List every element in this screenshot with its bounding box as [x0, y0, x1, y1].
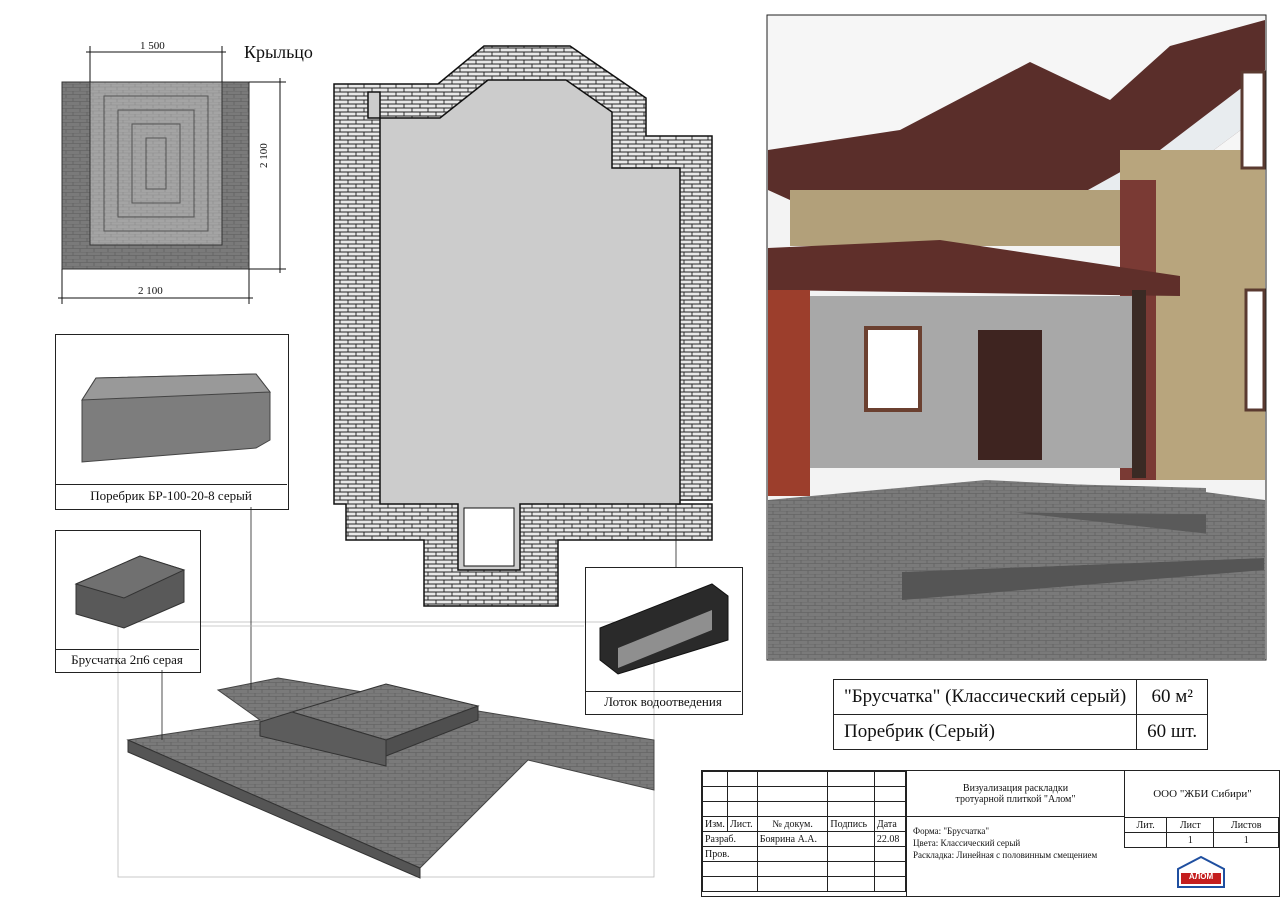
- quantity-row: "Брусчатка" (Классический серый) 60 м²: [832, 679, 1209, 715]
- checker-label: Пров.: [702, 846, 758, 862]
- project-title: Визуализация раскладки тротуарной плитко…: [906, 771, 1124, 817]
- lit-label: Лит.: [1123, 817, 1168, 833]
- title-block: Изм. Лист. № докум. Подпись Дата Разраб.…: [701, 770, 1280, 897]
- spec-form: Форма: "Брусчатка": [913, 826, 990, 836]
- company-name: ООО "ЖБИ Сибири": [1124, 771, 1280, 818]
- header-list: Лист.: [726, 816, 758, 832]
- project-title-line-2: тротуарной плиткой "Алом": [955, 794, 1076, 805]
- quantity-amount: 60 м²: [1136, 679, 1209, 715]
- header-izm: Изм.: [702, 816, 728, 832]
- site-plan: [333, 45, 713, 607]
- quantity-amount: 60 шт.: [1136, 714, 1209, 750]
- sheet-value: 1: [1166, 832, 1215, 848]
- house-photo: [766, 14, 1267, 661]
- porch-plan: [58, 46, 286, 304]
- revision-grid: Изм. Лист. № докум. Подпись Дата Разраб.…: [702, 771, 907, 892]
- curb-caption: Поребрик БР-100-20-8 серый: [90, 488, 252, 503]
- spec-layout: Раскладка: Линейная с половинным смещени…: [913, 850, 1098, 860]
- paver-caption-box: Брусчатка 2п6 серая: [55, 649, 199, 672]
- drain-caption: Лоток водоотведения: [604, 694, 722, 709]
- porch-title: Крыльцо: [244, 42, 313, 62]
- project-title-line-1: Визуализация раскладки: [962, 783, 1069, 794]
- developer-name: Боярина А.А.: [756, 831, 829, 847]
- spec-color: Цвета: Классический серый: [913, 838, 1021, 848]
- curb-caption-box: Поребрик БР-100-20-8 серый: [55, 484, 287, 508]
- quantity-row: Поребрик (Серый) 60 шт.: [832, 714, 1209, 750]
- sheets-label: Листов: [1213, 817, 1279, 833]
- sheets-value: 1: [1213, 832, 1279, 848]
- header-doc: № докум.: [756, 816, 829, 832]
- sheet-grid: Лит. Лист Листов 1 1: [1123, 817, 1279, 848]
- developer-label: Разраб.: [702, 831, 758, 847]
- quantity-name: "Брусчатка" (Классический серый): [832, 679, 1138, 715]
- quantity-table: "Брусчатка" (Классический серый) 60 м² П…: [832, 679, 1209, 750]
- porch-dimension-bottom: 2 100: [138, 285, 163, 297]
- spec-block: Форма: "Брусчатка" Цвета: Классический с…: [906, 817, 1124, 896]
- paver-caption: Брусчатка 2п6 серая: [71, 652, 183, 667]
- header-sign: Подпись: [827, 816, 875, 832]
- drain-caption-box: Лоток водоотведения: [585, 691, 741, 714]
- developer-date: 22.08: [873, 831, 907, 847]
- header-date: Дата: [873, 816, 907, 832]
- alom-logo: АЛОМ: [1174, 855, 1228, 889]
- sheet-label: Лист: [1166, 817, 1215, 833]
- alom-logo-text: АЛОМ: [1188, 872, 1214, 881]
- quantity-name: Поребрик (Серый): [832, 714, 1138, 750]
- porch-dimension-right: 2 100: [258, 143, 270, 168]
- porch-dimension-top: 1 500: [140, 40, 165, 52]
